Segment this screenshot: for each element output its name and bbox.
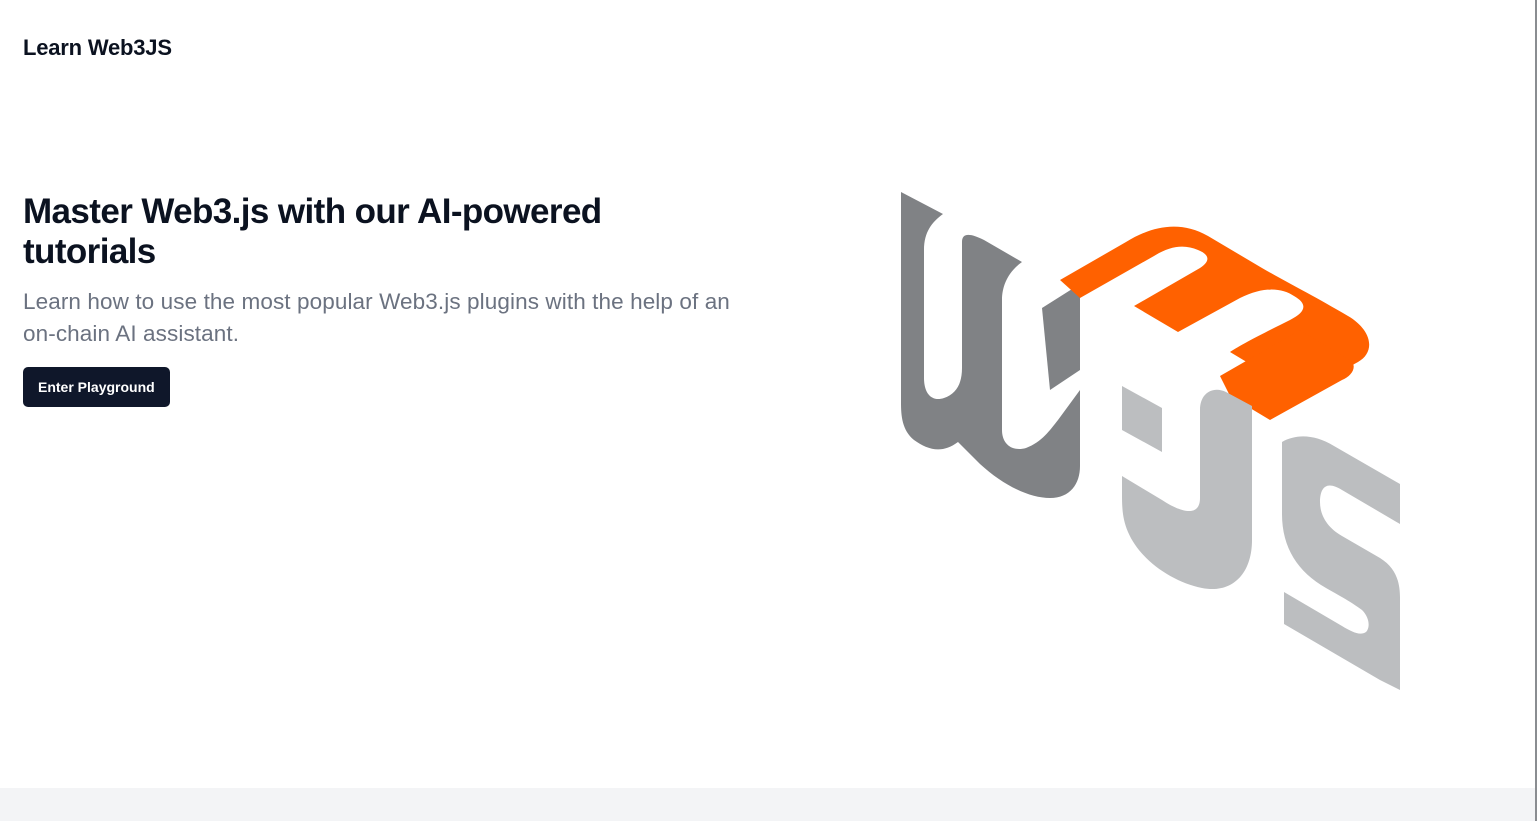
logo-number-3-shadow	[1122, 386, 1252, 590]
logo-letter-w-bridge	[1042, 284, 1080, 390]
hero-section: Master Web3.js with our AI-powered tutor…	[23, 192, 743, 407]
site-header: Learn Web3JS	[23, 33, 172, 63]
footer-band	[0, 788, 1535, 821]
site-brand[interactable]: Learn Web3JS	[23, 33, 172, 63]
page: Learn Web3JS Master Web3.js with our AI-…	[0, 0, 1537, 821]
logo-letter-s	[1282, 436, 1400, 690]
hero-subtitle: Learn how to use the most popular Web3.j…	[23, 289, 730, 346]
hero-title: Master Web3.js with our AI-powered tutor…	[23, 192, 602, 271]
enter-playground-button[interactable]: Enter Playground	[23, 367, 170, 407]
web3js-logo-icon	[880, 180, 1420, 710]
